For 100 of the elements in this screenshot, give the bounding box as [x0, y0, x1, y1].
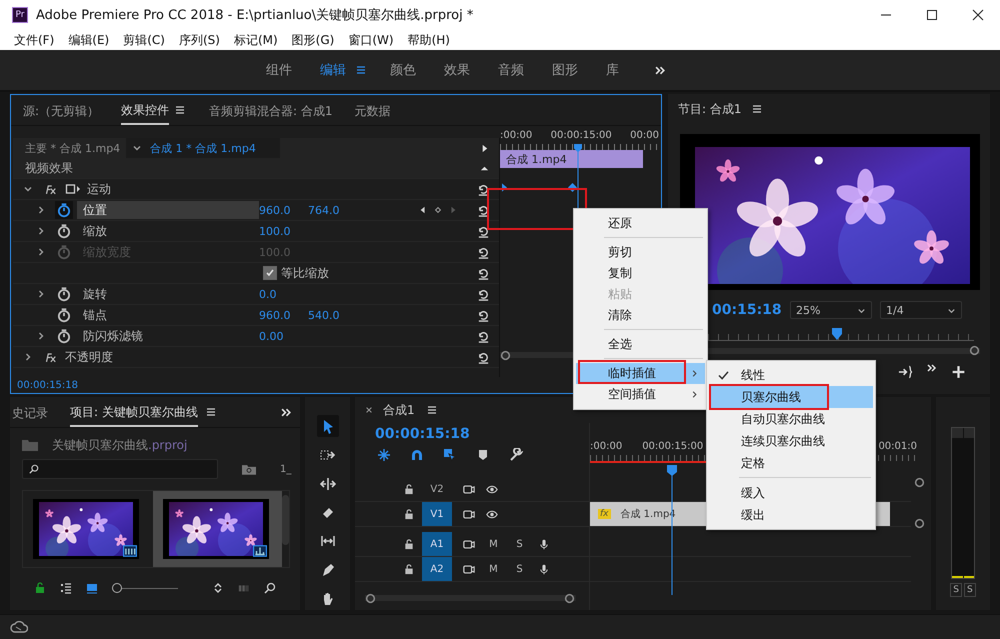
- overflow-icon[interactable]: [927, 363, 937, 373]
- keyframe-icon[interactable]: [568, 183, 577, 192]
- property-value[interactable]: 960.0: [259, 308, 308, 322]
- zoom-handle-icon[interactable]: [969, 345, 980, 356]
- microphone-icon[interactable]: [538, 538, 550, 550]
- panel-tab[interactable]: 史记录: [12, 398, 48, 426]
- sync-lock-icon[interactable]: [463, 564, 475, 574]
- reset-icon[interactable]: [477, 204, 490, 216]
- zoom-dropdown[interactable]: 25%: [790, 301, 872, 319]
- play-arrow-icon[interactable]: [480, 144, 489, 152]
- property-value[interactable]: 960.0: [259, 204, 308, 216]
- playhead[interactable]: [832, 328, 842, 340]
- search-icon[interactable]: [264, 582, 276, 594]
- panel-tab[interactable]: 元数据: [354, 96, 391, 124]
- menu-item[interactable]: 图形(G): [292, 32, 334, 48]
- property-name[interactable]: 位置: [77, 201, 259, 219]
- track-target[interactable]: A2: [422, 557, 452, 581]
- workspace-tab[interactable]: 图形: [552, 61, 578, 79]
- menu-item[interactable]: 缓出: [709, 504, 873, 526]
- folder-search-icon[interactable]: [242, 464, 256, 474]
- lock-icon[interactable]: [403, 484, 415, 494]
- property-value[interactable]: 100.0: [259, 224, 308, 238]
- maximize-icon[interactable]: [926, 9, 938, 21]
- zoom-handle-icon[interactable]: [914, 477, 925, 488]
- menu-item[interactable]: 空间插值: [576, 384, 705, 405]
- panel-tab[interactable]: 项目: 关键帧贝塞尔曲线: [70, 398, 198, 426]
- transform-icon[interactable]: [65, 183, 81, 195]
- scrollbar-thumb[interactable]: [282, 495, 289, 545]
- timecode[interactable]: 00:00:15:18: [17, 380, 78, 390]
- reset-icon[interactable]: [477, 308, 490, 322]
- timecode[interactable]: 00:15:18: [712, 302, 782, 318]
- sync-lock-icon[interactable]: [463, 538, 475, 550]
- previous-keyframe-icon[interactable]: [419, 206, 427, 214]
- menu-item[interactable]: 自动贝塞尔曲线: [709, 408, 873, 430]
- property-value[interactable]: 0.0: [259, 288, 308, 300]
- menu-item[interactable]: 复制: [576, 263, 705, 284]
- panel-tab[interactable]: 合成1: [383, 402, 415, 418]
- track-target[interactable]: V1: [422, 502, 452, 526]
- reset-icon[interactable]: [477, 330, 490, 342]
- workspace-tab[interactable]: 音频: [498, 61, 524, 79]
- track-target[interactable]: A1: [422, 532, 452, 556]
- mute-toggle[interactable]: M: [486, 538, 501, 550]
- marker-icon[interactable]: [476, 448, 490, 462]
- menu-icon[interactable]: [356, 65, 366, 75]
- menu-item[interactable]: 定格: [709, 452, 873, 474]
- eye-icon[interactable]: [486, 508, 498, 520]
- menu-icon[interactable]: [175, 105, 186, 115]
- reset-icon[interactable]: [477, 350, 490, 364]
- add-keyframe-icon[interactable]: [434, 206, 442, 214]
- zoom-handle-icon[interactable]: [914, 518, 925, 529]
- sync-lock-icon[interactable]: [463, 508, 475, 520]
- stopwatch-icon[interactable]: [55, 201, 73, 219]
- eye-icon[interactable]: [486, 484, 498, 494]
- menu-item[interactable]: 标记(M): [234, 32, 278, 48]
- sort-icon[interactable]: [212, 582, 224, 594]
- keyframe-icon[interactable]: [502, 183, 507, 192]
- zoom-handle-icon[interactable]: [500, 350, 511, 360]
- menu-item[interactable]: 编辑(E): [68, 32, 110, 48]
- nest-icon[interactable]: [377, 448, 391, 462]
- workspace-tab[interactable]: 编辑: [320, 61, 346, 79]
- menu-item[interactable]: 序列(S): [178, 32, 220, 48]
- sync-lock-icon[interactable]: [463, 484, 475, 494]
- media-thumbnail[interactable]: [152, 491, 282, 567]
- microphone-icon[interactable]: [538, 564, 550, 574]
- clip-selector[interactable]: 主要 * 合成 1.mp4: [13, 138, 126, 158]
- menu-item[interactable]: 剪辑(C): [123, 32, 165, 48]
- resolution-dropdown[interactable]: 1/4: [880, 301, 962, 319]
- workspace-tab[interactable]: 效果: [444, 61, 470, 79]
- wrench-icon[interactable]: [509, 448, 523, 462]
- menu-item[interactable]: 全选: [576, 334, 705, 355]
- reset-icon[interactable]: [477, 182, 490, 196]
- reset-icon[interactable]: [477, 224, 490, 238]
- panel-tab[interactable]: 节目: 合成1: [678, 100, 742, 118]
- insert-icon[interactable]: [898, 365, 913, 379]
- workspace-tab[interactable]: 组件: [266, 61, 292, 79]
- menu-item[interactable]: 贝塞尔曲线: [709, 386, 873, 408]
- clip-selector[interactable]: 合成 1 * 合成 1.mp4: [126, 138, 280, 158]
- stopwatch-icon[interactable]: [55, 306, 73, 324]
- snap-icon[interactable]: [410, 448, 424, 462]
- reset-icon[interactable]: [477, 266, 490, 280]
- icon-view-icon[interactable]: [86, 582, 98, 594]
- zoom-handle-icon[interactable]: [564, 592, 575, 604]
- workspace-tab[interactable]: 库: [606, 61, 619, 79]
- zoom-handle-icon[interactable]: [365, 592, 376, 604]
- stopwatch-icon[interactable]: [55, 285, 73, 303]
- close-icon[interactable]: [972, 9, 984, 21]
- solo-button[interactable]: S: [950, 583, 962, 597]
- solo-toggle[interactable]: S: [512, 538, 527, 550]
- property-value[interactable]: 0.00: [259, 330, 308, 342]
- overflow-icon[interactable]: [281, 406, 292, 418]
- creative-cloud-icon[interactable]: [10, 621, 28, 633]
- reset-icon[interactable]: [477, 288, 490, 300]
- menu-item[interactable]: 线性: [709, 364, 873, 386]
- add-icon[interactable]: [951, 365, 966, 379]
- solo-button[interactable]: S: [964, 583, 976, 597]
- lock-icon[interactable]: [403, 564, 415, 574]
- clip-bar[interactable]: 合成 1.mp4: [500, 150, 643, 168]
- menu-item[interactable]: 帮助(H): [408, 32, 450, 48]
- stopwatch-icon[interactable]: [55, 222, 73, 240]
- list-view-icon[interactable]: [60, 582, 72, 594]
